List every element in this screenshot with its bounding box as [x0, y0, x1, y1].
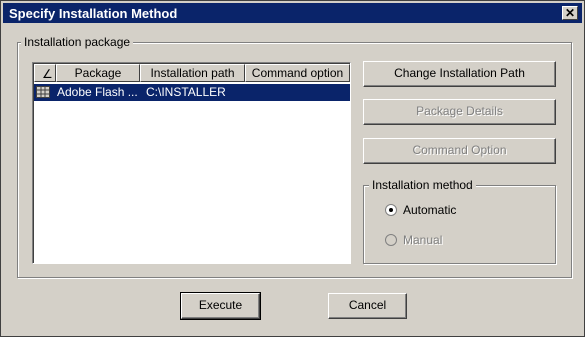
list-header: ∠ Package Installation path Command opti… [34, 64, 350, 82]
installation-package-legend: Installation package [21, 35, 134, 49]
sort-icon: ∠ [42, 67, 53, 81]
title-bar[interactable]: Specify Installation Method ✕ [3, 3, 582, 23]
column-header-package[interactable]: Package [56, 64, 140, 82]
package-list[interactable]: ∠ Package Installation path Command opti… [32, 62, 351, 264]
installation-method-legend: Installation method [369, 178, 476, 192]
installation-path-cell: C:\INSTALLER [146, 85, 226, 99]
change-installation-path-button[interactable]: Change Installation Path [363, 61, 556, 87]
package-details-button[interactable]: Package Details [363, 99, 556, 125]
package-name-cell: Adobe Flash ... [57, 85, 138, 99]
radio-selected-dot [389, 208, 393, 212]
automatic-radio-label[interactable]: Automatic [403, 203, 456, 217]
table-row[interactable]: Adobe Flash ... C:\INSTALLER [34, 84, 350, 101]
execute-button[interactable]: Execute [180, 292, 261, 320]
automatic-radio[interactable] [385, 204, 397, 216]
command-option-button[interactable]: Command Option [363, 138, 556, 164]
close-icon: ✕ [565, 6, 576, 20]
column-header-installation-path[interactable]: Installation path [140, 64, 245, 82]
manual-radio[interactable] [385, 234, 397, 246]
installation-method-group [363, 185, 556, 264]
column-header-command-option[interactable]: Command option [245, 64, 350, 82]
window-title: Specify Installation Method [9, 6, 178, 21]
dialog-window: Specify Installation Method ✕ Installati… [0, 0, 585, 337]
close-button[interactable]: ✕ [562, 6, 578, 20]
manual-radio-label[interactable]: Manual [403, 233, 442, 247]
package-icon [36, 86, 50, 98]
sort-column-header[interactable]: ∠ [34, 64, 56, 82]
cancel-button[interactable]: Cancel [328, 293, 407, 319]
